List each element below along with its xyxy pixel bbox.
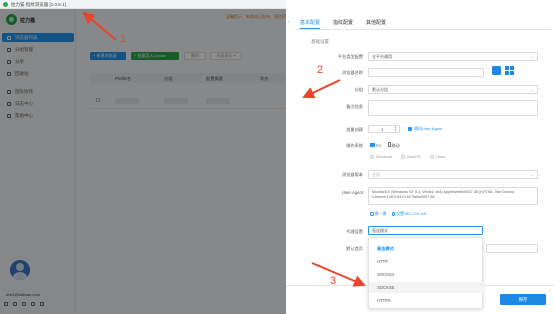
platform-label: 平台类型配置 <box>337 54 363 59</box>
windows-icon[interactable] <box>505 66 514 75</box>
user-agent-label: User-Agent <box>341 190 363 195</box>
device-pc-label: PC <box>376 143 382 148</box>
app-logo-icon <box>3 2 8 7</box>
os-radio-linux[interactable]: Linux <box>429 154 446 159</box>
os-radio-macos[interactable]: MacOS <box>401 154 421 159</box>
collapse-panel-icon[interactable]: › <box>286 15 291 27</box>
tab-other-config[interactable]: 其他配置 <box>366 19 386 29</box>
os-icon-group <box>492 66 514 75</box>
refresh-ua-link[interactable]: 换一换 <box>370 211 387 217</box>
device-mobile-label: 移动 <box>391 143 400 148</box>
ua-actions: 换一换 设置SEC-CH-UA <box>370 211 426 217</box>
os-option-label: Windows <box>376 154 393 159</box>
proxy-option-http[interactable]: HTTP <box>369 256 484 267</box>
chevron-down-icon: ⌄ <box>530 172 534 177</box>
platform-select[interactable]: 全平台通用 ⌄ <box>368 52 538 61</box>
user-agent-textarea[interactable]: Mozilla/5.0 (Windows NT 6.1; Win64; x64)… <box>368 187 538 205</box>
proxy-option-https[interactable]: HTTPS <box>369 295 484 306</box>
panel-tabs: 基本配置 指纹配置 其他配置 <box>300 19 386 29</box>
batch-create-label: 批量创建 <box>346 127 363 132</box>
step-number-1: 1 <box>120 33 127 45</box>
homepage-input[interactable] <box>486 244 538 253</box>
modal-overlay[interactable] <box>0 9 286 314</box>
step-number-2: 2 <box>317 64 324 76</box>
group-label: 分组 <box>354 87 363 92</box>
proxy-label: 代理设置 <box>346 229 363 234</box>
os-option-label: MacOS <box>407 154 421 159</box>
proxy-dropdown-menu: 直连模式 HTTP SOCKS4 SOCKS5 HTTPS <box>368 237 484 309</box>
browser-version-value: 全部 <box>372 171 380 177</box>
os-option-label: Linux <box>435 154 446 159</box>
os-radio-windows[interactable]: Windows <box>370 154 392 159</box>
random-ua-label: 随机User-Agent <box>414 126 443 131</box>
proxy-option-direct[interactable]: 直连模式 <box>369 243 484 254</box>
save-button[interactable]: 保存 <box>500 294 546 305</box>
radio-icon <box>429 154 434 159</box>
proxy-select[interactable]: 直连模式 ⌃ <box>368 226 483 235</box>
device-pc-option[interactable]: PC <box>370 143 382 148</box>
os-radio-group: Windows MacOS Linux <box>370 154 445 159</box>
section-title: 基础设置 <box>311 39 329 44</box>
settings-icon <box>391 212 395 216</box>
radio-icon <box>370 154 374 159</box>
remark-textarea[interactable] <box>368 100 538 116</box>
chevron-down-icon: ⌄ <box>530 54 534 59</box>
apple-icon[interactable] <box>492 66 501 75</box>
window-title: 拉力猫 指纹浏览器 [1.0.6.1] <box>11 2 66 7</box>
checkbox-checked-icon <box>408 127 412 131</box>
refresh-ua-label: 换一换 <box>374 211 387 216</box>
device-type-selector: PC 移动 <box>370 142 400 149</box>
os-label: 操作系统 <box>346 143 363 148</box>
divider <box>296 29 551 30</box>
browser-name-input[interactable] <box>368 68 484 77</box>
browser-version-label: 浏览器版本 <box>342 172 363 177</box>
chevron-up-icon: ⌃ <box>475 228 479 233</box>
step-number-3: 3 <box>330 275 337 287</box>
remark-label: 备注信息 <box>346 104 363 109</box>
tab-fingerprint-config[interactable]: 指纹配置 <box>333 19 353 29</box>
monitor-icon <box>370 143 375 147</box>
radio-icon <box>401 154 406 159</box>
homepage-label: 默认首页 <box>346 246 363 251</box>
sec-ch-ua-label: 设置SEC-CH-UA <box>396 211 427 216</box>
proxy-value: 直连模式 <box>372 227 388 233</box>
proxy-option-socks5[interactable]: SOCKS5 <box>369 282 484 293</box>
proxy-option-socks4[interactable]: SOCKS4 <box>369 269 484 280</box>
chevron-down-icon: ⌄ <box>530 87 534 92</box>
sec-ch-ua-link[interactable]: 设置SEC-CH-UA <box>391 211 427 217</box>
device-mobile-option[interactable]: 移动 <box>387 142 400 149</box>
refresh-icon <box>370 212 374 216</box>
stepper-arrows-icon[interactable]: ▲ ▼ <box>394 126 397 132</box>
mobile-icon <box>387 142 391 147</box>
browser-version-select[interactable]: 全部 ⌄ <box>368 170 538 179</box>
platform-value: 全平台通用 <box>372 53 392 59</box>
random-ua-checkbox[interactable]: 随机User-Agent <box>408 126 442 132</box>
group-select[interactable]: 默认分组 ⌄ <box>368 85 538 94</box>
tab-basic-config[interactable]: 基本配置 <box>300 19 321 29</box>
group-value: 默认分组 <box>372 86 388 92</box>
browser-name-label: 浏览器名称 <box>342 70 363 75</box>
